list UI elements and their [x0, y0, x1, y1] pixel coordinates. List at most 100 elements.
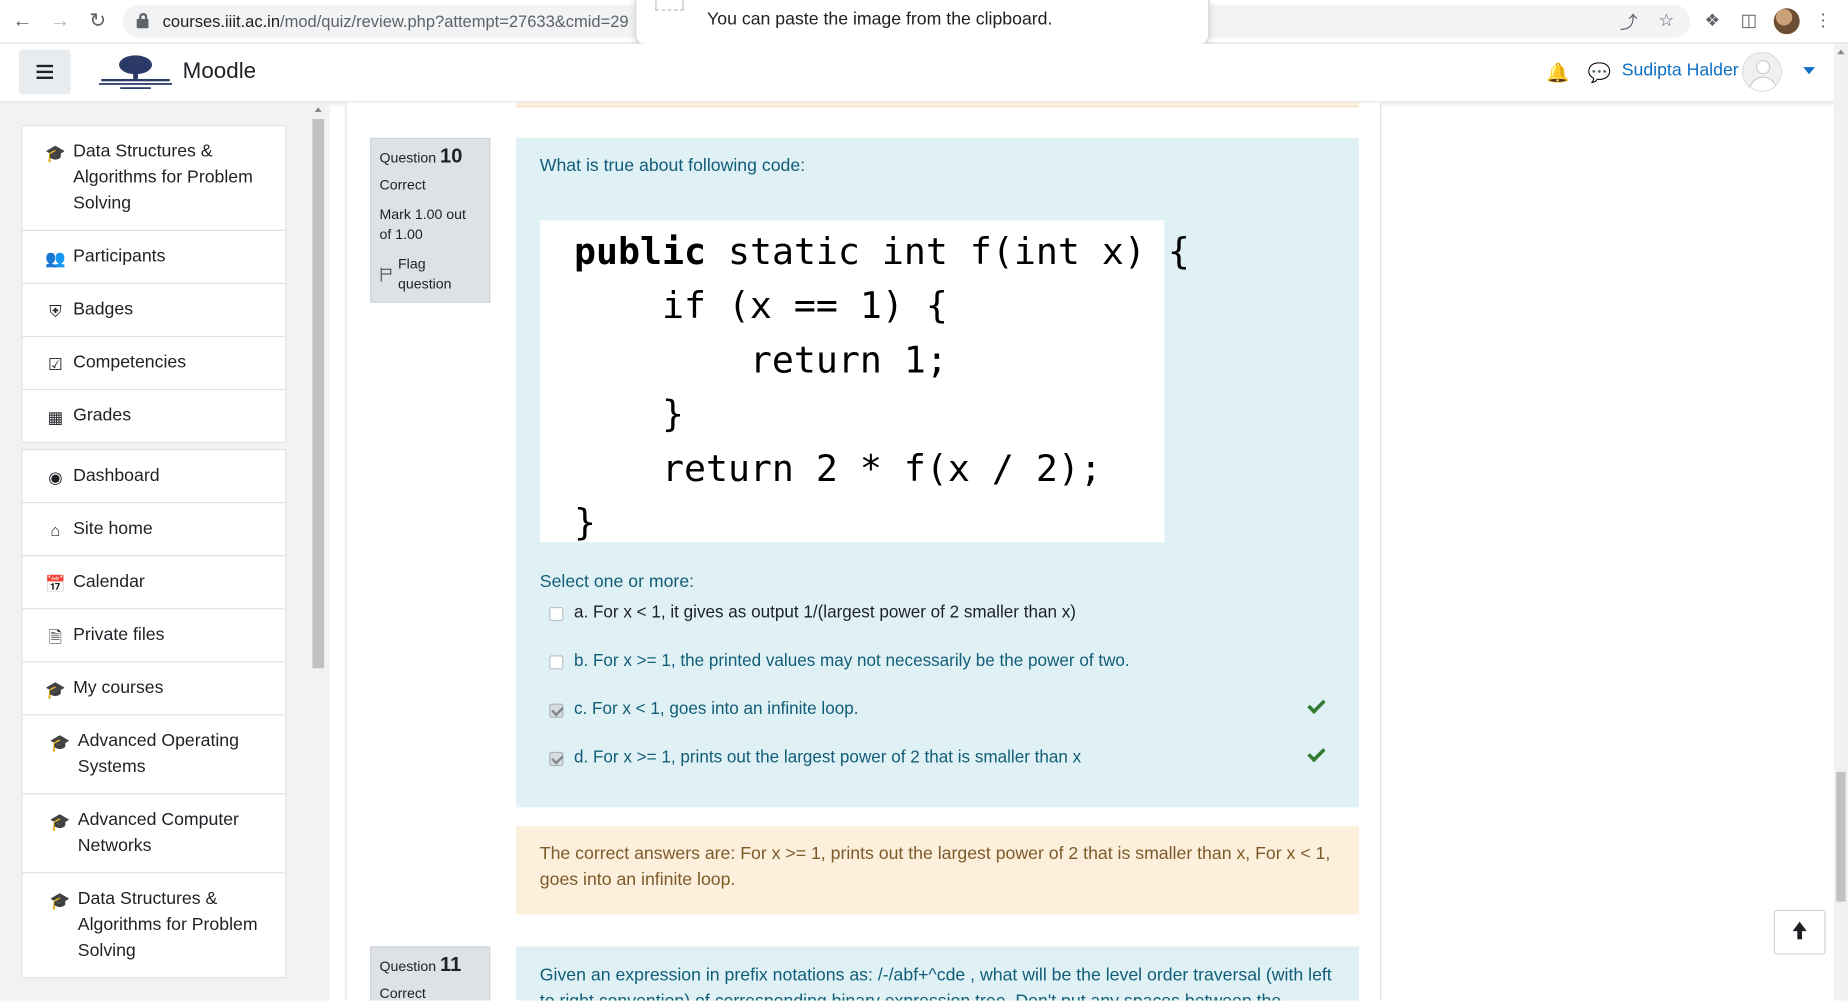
question-info-10: Question 10 Correct Mark 1.00 out of 1.0… [370, 137, 491, 303]
page-scrollbar[interactable] [1833, 43, 1848, 1001]
user-menu-caret-icon[interactable] [1803, 67, 1815, 75]
nav-item-label: Site home [73, 518, 153, 539]
answer-text: c. For x < 1, goes into an infinite loop… [573, 700, 859, 719]
lock-icon [136, 12, 149, 29]
nav-item-competencies[interactable]: ☑ Competencies [22, 337, 286, 391]
users-icon: 👥 [45, 248, 66, 268]
answer-text: a. For x < 1, it gives as output 1/(larg… [573, 603, 1076, 623]
nav-item-label: Participants [73, 246, 166, 267]
extensions-puzzle-icon[interactable]: ❖ [1701, 9, 1725, 31]
answer-checkbox[interactable] [549, 751, 564, 767]
correct-check-icon [1307, 746, 1324, 762]
answer-checkbox[interactable] [549, 606, 564, 622]
nav-item-badges[interactable]: ⛨ Badges [22, 284, 286, 338]
browser-profile-avatar[interactable] [1773, 8, 1800, 35]
answer-prompt: Select one or more: [539, 571, 695, 592]
moodle-navbar: Moodle 🔔 💬 Sudipta Halder [0, 43, 1848, 103]
nav-item-site-home[interactable]: ⌂ Site home [22, 503, 286, 557]
answer-checkbox[interactable] [549, 655, 564, 670]
nav-item-participants[interactable]: 👥 Participants [22, 231, 286, 285]
user-avatar[interactable] [1741, 51, 1782, 92]
kebab-menu-icon[interactable]: ⋮ [1811, 9, 1835, 31]
code-line-3: return 1; [573, 339, 948, 382]
question-label: Question [379, 958, 437, 975]
nav-item-label: Dashboard [73, 465, 160, 486]
user-menu-name[interactable]: Sudipta Halder [1622, 60, 1739, 80]
question-number: 11 [440, 953, 462, 976]
answer-option-c: c. For x < 1, goes into an infinite loop… [549, 698, 1350, 726]
nav-item-dashboard[interactable]: ◉ Dashboard [22, 450, 286, 504]
code-line-2: if (x == 1) { [573, 285, 948, 328]
site-name[interactable]: Moodle [183, 59, 256, 85]
answer-option-b: b. For x >= 1, the printed values may no… [549, 649, 1350, 677]
question-state: Correct [379, 176, 426, 194]
url-text: courses.iiit.ac.in/mod/quiz/review.php?a… [163, 12, 629, 31]
share-icon[interactable]: ⤴ [1617, 9, 1641, 34]
question-formulation-10: What is true about following code: publi… [516, 137, 1359, 808]
code-block: public static int f(int x) { if (x == 1)… [574, 225, 1190, 550]
answer-text: b. For x >= 1, the printed values may no… [573, 651, 1130, 671]
drawer-toggle-button[interactable] [18, 49, 71, 95]
question-label: Question [379, 149, 437, 167]
home-icon: ⌂ [50, 520, 61, 540]
question-formulation-11: Given an expression in prefix notations … [516, 946, 1359, 1001]
question-state: Correct [379, 985, 426, 1001]
side-panel-icon[interactable]: ◫ [1737, 9, 1761, 31]
question-grade: Mark 1.00 out of 1.00 [379, 206, 466, 243]
notifications-bell-icon[interactable]: 🔔 [1546, 61, 1569, 85]
back-to-top-button[interactable] [1773, 909, 1826, 955]
graduation-cap-icon: 🎓 [49, 890, 71, 910]
nav-item-calendar[interactable]: 📅 Calendar [22, 556, 286, 610]
nav-item-label: Private files [73, 624, 165, 645]
nav-item-course-dsa[interactable]: 🎓 Data Structures & Algorithms for Proble… [22, 873, 285, 977]
iiit-logo [98, 55, 173, 89]
nav-item-label: Data Structures & Algorithms for Problem… [77, 888, 258, 961]
file-icon: 🗎 [48, 626, 63, 646]
flag-question-label: Flag question [398, 255, 452, 293]
question-number: 10 [440, 144, 463, 168]
url-host: courses.iiit.ac.in [162, 11, 281, 31]
back-arrow-icon[interactable]: ← [8, 7, 36, 35]
star-icon[interactable]: ☆ [1655, 9, 1679, 31]
answer-option-d: d. For x >= 1, prints out the largest po… [549, 746, 1350, 774]
answer-text: d. For x >= 1, prints out the largest po… [573, 748, 1082, 768]
browser-toolbar: ← → ↻ courses.iiit.ac.in/mod/quiz/review… [0, 0, 1848, 45]
messages-chat-icon[interactable]: 💬 [1588, 61, 1611, 85]
drawer-scrollbar[interactable] [312, 107, 325, 1001]
nav-item-label: Advanced Computer Networks [77, 809, 239, 856]
url-path: /mod/quiz/review.php?attempt=27633&cmid=… [280, 11, 629, 31]
nav-item-my-courses[interactable]: 🎓 My courses [22, 662, 286, 716]
correct-check-icon [1307, 698, 1324, 715]
page: ← → ↻ courses.iiit.ac.in/mod/quiz/review… [0, 0, 1848, 1001]
nav-drawer: 🎓 Data Structures & Algorithms for Proble… [0, 102, 330, 1001]
reload-icon[interactable]: ↻ [84, 7, 112, 35]
nav-item-course-aos[interactable]: 🎓 Advanced Operating Systems [22, 715, 286, 795]
tachometer-icon: ◉ [48, 467, 63, 487]
table-icon: ▦ [47, 407, 64, 427]
answer-option-a: a. For x < 1, it gives as output 1/(larg… [549, 601, 1350, 629]
nav-item-label: My courses [73, 677, 164, 698]
forward-arrow-icon[interactable]: → [46, 7, 74, 35]
tooltip-text: You can paste the image from the clipboa… [707, 9, 1053, 30]
previous-question-outcome [516, 102, 1359, 108]
nav-item-private-files[interactable]: 🗎 Private files [22, 609, 286, 663]
graduation-cap-icon: 🎓 [49, 733, 71, 752]
nav-item-label: Badges [73, 299, 134, 320]
code-image: public static int f(int x) { if (x == 1)… [539, 220, 1190, 544]
answer-checkbox[interactable] [549, 703, 564, 718]
clipboard-image-icon [655, 0, 684, 11]
nav-item-course-acn[interactable]: 🎓 Advanced Computer Networks [22, 794, 286, 874]
nav-item-grades[interactable]: ▦ Grades [22, 390, 285, 442]
nav-item-label: Advanced Operating Systems [77, 730, 239, 777]
question-info-11: Question 11 Correct [370, 946, 491, 1001]
calendar-icon: 📅 [45, 573, 66, 593]
right-answer-feedback: The correct answers are: For x >= 1, pri… [516, 826, 1359, 915]
code-line-5: return 2 * f(x / 2); [573, 447, 1102, 491]
nav-item-course[interactable]: 🎓 Data Structures & Algorithms for Proble… [22, 126, 286, 231]
graduation-cap-icon: 🎓 [49, 812, 71, 831]
question-text: Given an expression in prefix notations … [539, 965, 1332, 1000]
flag-icon [379, 267, 392, 282]
flag-question-link[interactable]: Flag question [379, 255, 480, 295]
code-line-4: } [573, 393, 684, 437]
nav-item-label: Calendar [73, 571, 145, 592]
